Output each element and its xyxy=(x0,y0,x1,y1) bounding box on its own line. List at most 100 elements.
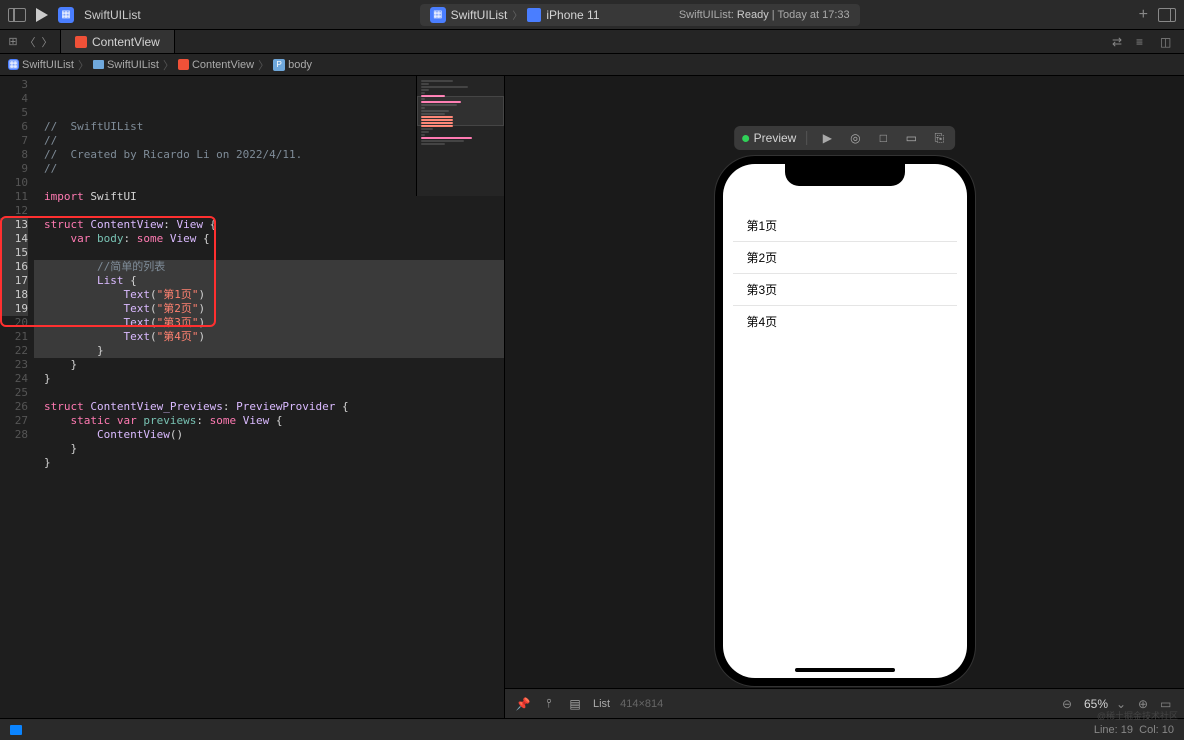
line-number: 3 xyxy=(0,78,28,92)
code-line[interactable]: Text("第4页") xyxy=(34,330,504,344)
preview-pane: Preview ▶ ◎ □ ▭ ⎘ 第1页第2页第3页第4页 📌 ⫯ ▤ Lis… xyxy=(504,76,1184,718)
list-row[interactable]: 第3页 xyxy=(733,274,957,306)
swift-icon xyxy=(75,36,87,48)
footer-size: 414×814 xyxy=(620,698,663,710)
device-settings-icon[interactable]: □ xyxy=(875,130,891,146)
watermark: @稀土掘金技术社区 xyxy=(1097,709,1178,722)
code-line[interactable] xyxy=(34,470,504,484)
footer-type: List xyxy=(593,698,610,710)
breadcrumb-symbol[interactable]: P body xyxy=(273,59,312,71)
code-line[interactable]: struct ContentView: View { xyxy=(34,218,504,232)
line-number: 24 xyxy=(0,372,28,386)
code-line[interactable]: Text("第3页") xyxy=(34,316,504,330)
folder-icon xyxy=(93,60,104,69)
list-view: 第1页第2页第3页第4页 xyxy=(733,210,957,337)
tab-actions: ⇄ ≡ ◫ xyxy=(1102,35,1184,49)
phone-notch xyxy=(785,164,905,186)
breadcrumb-sep: 〉 xyxy=(78,57,89,73)
filter-icon[interactable] xyxy=(10,725,22,735)
line-number: 18 xyxy=(0,288,28,302)
left-panel-toggle[interactable] xyxy=(8,8,26,22)
line-number: 26 xyxy=(0,400,28,414)
line-number: 14 xyxy=(0,232,28,246)
line-number: 21 xyxy=(0,330,28,344)
line-number: 16 xyxy=(0,260,28,274)
home-indicator xyxy=(795,668,895,672)
tab-label: ContentView xyxy=(92,35,160,49)
code-line[interactable] xyxy=(34,386,504,400)
chevron-right-icon: 〉 xyxy=(512,7,522,22)
line-number: 27 xyxy=(0,414,28,428)
zoom-out-icon[interactable]: ⊖ xyxy=(1062,697,1076,711)
scheme-name: SwiftUIList xyxy=(451,8,508,22)
list-row[interactable]: 第1页 xyxy=(733,210,957,242)
minimap-viewport[interactable] xyxy=(417,96,504,126)
adjust-icon[interactable]: ≡ xyxy=(1136,35,1150,49)
line-number: 12 xyxy=(0,204,28,218)
code-line[interactable]: ContentView() xyxy=(34,428,504,442)
preview-label: Preview xyxy=(754,131,797,145)
line-number: 10 xyxy=(0,176,28,190)
code-line[interactable] xyxy=(34,204,504,218)
breadcrumb-project[interactable]: ▦ SwiftUIList xyxy=(8,59,74,71)
display-icon[interactable]: ▭ xyxy=(903,130,919,146)
list-mode-icon[interactable]: ▤ xyxy=(567,696,583,712)
preview-toolbar: Preview ▶ ◎ □ ▭ ⎘ xyxy=(734,126,956,150)
scheme-selector[interactable]: ▦ SwiftUIList 〉 iPhone 11 SwiftUIList: R… xyxy=(420,4,860,26)
code-line[interactable]: } xyxy=(34,442,504,456)
line-number: 23 xyxy=(0,358,28,372)
code-line[interactable] xyxy=(34,246,504,260)
code-line[interactable]: Text("第2页") xyxy=(34,302,504,316)
code-line[interactable]: } xyxy=(34,456,504,470)
breadcrumb-file[interactable]: ContentView xyxy=(178,59,254,71)
line-number: 28 xyxy=(0,428,28,442)
line-number: 22 xyxy=(0,344,28,358)
right-panel-toggle[interactable] xyxy=(1158,8,1176,22)
nav-back-icon[interactable]: 〈 xyxy=(23,35,37,49)
app-icon: ▦ xyxy=(58,7,74,23)
status-bar: Line: 19 Col: 10 xyxy=(0,718,1184,740)
code-line[interactable]: static var previews: some View { xyxy=(34,414,504,428)
adjust-icon[interactable]: ⫯ xyxy=(541,696,557,712)
scheme-app-icon: ▦ xyxy=(430,7,446,23)
line-number: 4 xyxy=(0,92,28,106)
line-number: 11 xyxy=(0,190,28,204)
cursor-position: Line: 19 Col: 10 xyxy=(1094,724,1174,736)
pin-icon[interactable]: 📌 xyxy=(515,696,531,712)
code-line[interactable]: Text("第1页") xyxy=(34,288,504,302)
tab-bar: ⊞ 〈 〉 ContentView ⇄ ≡ ◫ xyxy=(0,30,1184,54)
project-name: SwiftUIList xyxy=(84,8,141,22)
line-number: 13 xyxy=(0,218,28,232)
breadcrumb-sep: 〉 xyxy=(163,57,174,73)
file-tab-contentview[interactable]: ContentView xyxy=(61,30,175,53)
main-content: 3456789101112131415161718192021222324252… xyxy=(0,76,1184,718)
code-line[interactable]: struct ContentView_Previews: PreviewProv… xyxy=(34,400,504,414)
line-number: 6 xyxy=(0,120,28,134)
status-dot xyxy=(742,135,749,142)
phone-screen[interactable]: 第1页第2页第3页第4页 xyxy=(723,164,967,678)
breadcrumb-folder[interactable]: SwiftUIList xyxy=(93,59,159,71)
code-line[interactable]: //简单的列表 xyxy=(34,260,504,274)
run-button[interactable] xyxy=(36,8,48,22)
list-row[interactable]: 第2页 xyxy=(733,242,957,274)
reload-icon[interactable]: ⇄ xyxy=(1112,35,1126,49)
line-number: 5 xyxy=(0,106,28,120)
add-button[interactable]: + xyxy=(1139,6,1148,24)
code-line[interactable]: } xyxy=(34,344,504,358)
inspect-icon[interactable]: ◎ xyxy=(847,130,863,146)
code-line[interactable]: var body: some View { xyxy=(34,232,504,246)
nav-grid-icon[interactable]: ⊞ xyxy=(6,35,20,49)
code-line[interactable]: List { xyxy=(34,274,504,288)
editor-pane[interactable]: 3456789101112131415161718192021222324252… xyxy=(0,76,504,718)
minimap[interactable] xyxy=(416,76,504,196)
split-icon[interactable]: ◫ xyxy=(1160,35,1174,49)
code-line[interactable]: } xyxy=(34,358,504,372)
list-row[interactable]: 第4页 xyxy=(733,306,957,337)
line-number: 20 xyxy=(0,316,28,330)
preview-status: Preview xyxy=(742,131,808,145)
nav-controls: ⊞ 〈 〉 xyxy=(0,30,61,53)
duplicate-icon[interactable]: ⎘ xyxy=(931,130,947,146)
live-preview-icon[interactable]: ▶ xyxy=(819,130,835,146)
code-line[interactable]: } xyxy=(34,372,504,386)
nav-forward-icon[interactable]: 〉 xyxy=(40,35,54,49)
